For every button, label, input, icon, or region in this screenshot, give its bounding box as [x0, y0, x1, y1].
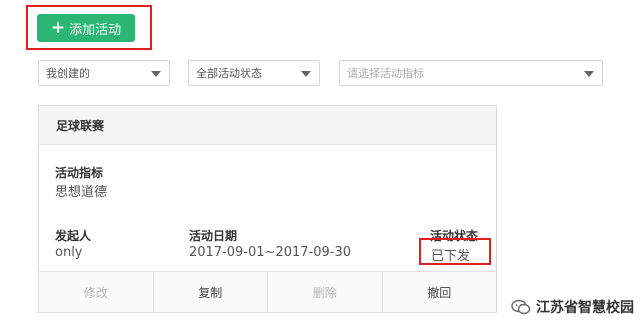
revoke-button[interactable]: 撤回 — [383, 272, 497, 312]
chevron-down-icon — [301, 71, 311, 77]
creator-filter-select[interactable]: 我创建的 — [38, 60, 170, 86]
activity-title: 足球联赛 — [56, 118, 105, 133]
status-filter-value: 全部活动状态 — [196, 67, 262, 80]
highlight-box-status — [419, 238, 491, 265]
edit-button[interactable]: 修改 — [39, 272, 154, 312]
activity-actions: 修改 复制 删除 撤回 — [39, 271, 496, 312]
indicator-label: 活动指标 — [55, 166, 104, 180]
chevron-down-icon — [584, 71, 594, 77]
add-activity-label: 添加活动 — [69, 22, 122, 38]
date-value: 2017-09-01~2017-09-30 — [189, 245, 351, 260]
initiator-label: 发起人 — [55, 229, 92, 243]
activity-card-header: 足球联赛 — [39, 106, 496, 145]
activity-card: 足球联赛 活动指标 思想道德 发起人 only 活动日期 2017-09-01~… — [38, 105, 497, 313]
watermark: 江苏省智慧校园 — [511, 297, 634, 317]
initiator-value: only — [55, 245, 83, 260]
copy-button[interactable]: 复制 — [154, 272, 268, 312]
indicator-filter-placeholder: 请选择活动指标 — [347, 67, 424, 80]
watermark-text: 江苏省智慧校园 — [536, 300, 634, 316]
indicator-value: 思想道德 — [55, 185, 108, 200]
indicator-filter-select[interactable]: 请选择活动指标 — [339, 60, 603, 86]
add-activity-button[interactable]: + 添加活动 — [37, 14, 135, 42]
date-label: 活动日期 — [189, 229, 238, 243]
chevron-down-icon — [151, 71, 161, 77]
wechat-icon — [511, 299, 531, 315]
plus-icon: + — [50, 17, 66, 38]
delete-button[interactable]: 删除 — [268, 272, 383, 312]
creator-filter-value: 我创建的 — [46, 67, 90, 80]
status-filter-select[interactable]: 全部活动状态 — [188, 60, 320, 86]
